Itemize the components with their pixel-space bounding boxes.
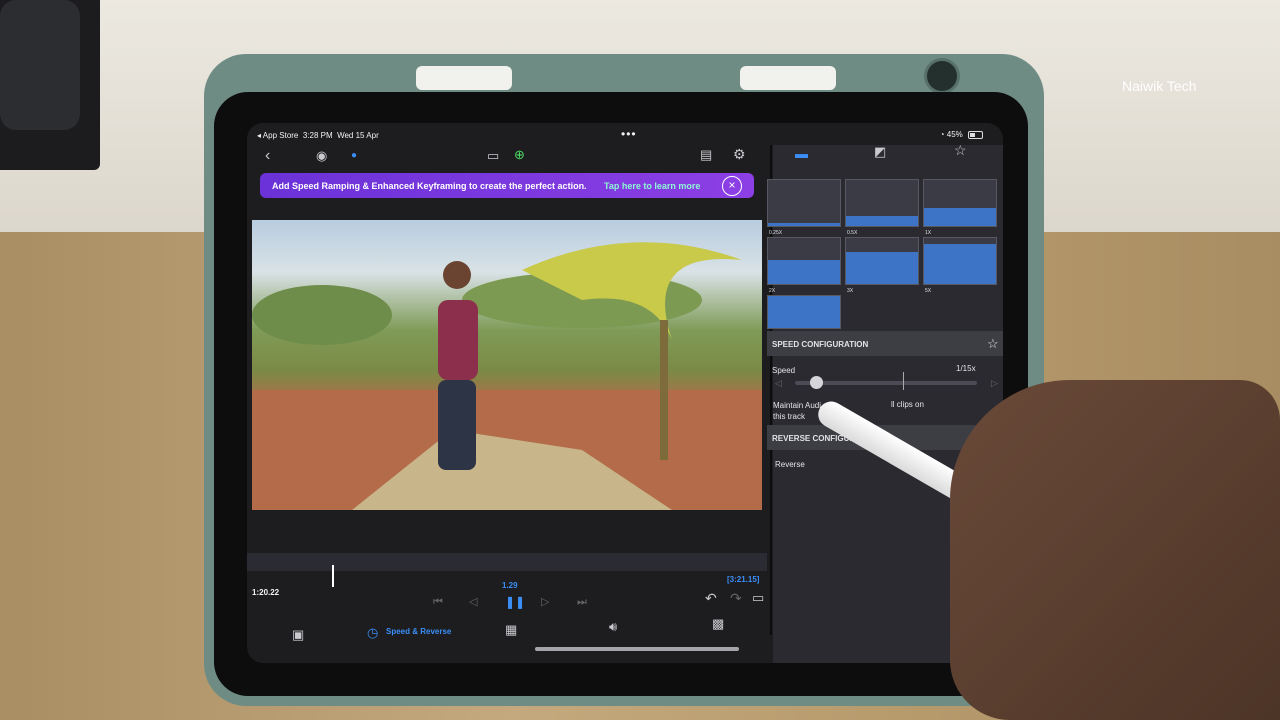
skip-start-icon[interactable]: ⏮ [433,595,443,609]
add-icon[interactable]: ⊕ [514,148,525,162]
fullscreen-icon[interactable]: ▭ [752,591,764,605]
preset-tile[interactable]: 2X [767,237,841,294]
speed-reverse-tab[interactable]: Speed & Reverse [386,627,451,636]
preset-tile[interactable] [767,295,841,329]
decrease-speed-icon[interactable]: ◁ [775,376,782,390]
slider-midpoint [903,372,904,390]
status-date: Wed 15 Apr [337,131,379,140]
speed-presets: 0.25X 0.5X 1X 2X 3X 5X [767,175,1003,331]
battery-percent: 45% [946,130,963,139]
effects-icon[interactable]: ▩ [712,617,724,631]
playback-speed: 1.29 [502,581,518,590]
video-preview[interactable] [252,220,762,510]
volume-icon[interactable]: 🔊︎ [609,620,617,634]
banner-message: Add Speed Ramping & Enhanced Keyframing … [272,181,587,191]
hand [950,380,1280,720]
multitask-dots-icon[interactable]: ••• [621,127,637,141]
wifi-icon: ◔ [939,130,945,139]
watermark: Naiwik Tech [1122,78,1197,94]
undo-icon[interactable]: ↶ [705,591,717,605]
case-notch [416,66,512,90]
banner-link[interactable]: Tap here to learn more [604,181,700,191]
chevron-left-icon[interactable]: ‹ [265,148,270,164]
preset-tile[interactable]: 0.5X [845,179,919,236]
aspect-icon[interactable]: ▭ [487,149,499,163]
promo-banner[interactable]: Add Speed Ramping & Enhanced Keyframing … [260,173,754,198]
favorite-star-icon[interactable]: ☆ [987,336,999,352]
preset-tile[interactable]: 1X [923,179,997,236]
dot-icon: ● [351,150,358,161]
eye-icon[interactable]: ◉ [316,149,327,163]
pause-icon[interactable]: ❚❚ [505,595,525,609]
speed-slider-knob[interactable] [810,376,823,389]
skip-end-icon[interactable]: ⏭ [577,595,587,609]
frame-back-icon[interactable]: ◁ [469,595,477,609]
timeline-track[interactable] [247,553,767,571]
clipboard-icon[interactable]: ▤ [700,148,712,162]
video-frame-illustration [252,242,762,510]
duration: [3:21.15] [727,575,760,584]
redo-icon[interactable]: ↷ [730,591,742,605]
media-icon[interactable]: ▣ [292,628,304,642]
maintain-audio-label: Maintain Audi [773,401,822,410]
preset-tile[interactable]: 5X [923,237,997,294]
preset-tile[interactable]: 3X [845,237,919,294]
status-time: 3:28 PM [302,131,333,140]
speed-config-title: SPEED CONFIGURATION [772,340,869,349]
status-left: ◂ App Store 3:28 PM Wed 15 Apr [257,131,379,140]
playhead[interactable] [332,565,334,587]
preset-tile[interactable]: 0.25X [767,179,841,236]
home-indicator [535,647,739,651]
current-time: 1:20.22 [252,588,280,597]
case-notch [740,66,836,90]
case-camera [924,58,960,94]
status-bar: ◂ App Store 3:28 PM Wed 15 Apr ••• ◔ 45% [247,123,1003,145]
gear-icon[interactable]: ⚙ [733,147,746,161]
maintain-audio-label-right: ll clips on [891,400,924,409]
star-icon[interactable]: ☆ [954,143,967,157]
speed-label: Speed [772,366,796,375]
speedometer-icon[interactable]: ◷ [367,626,378,640]
status-right: ◔ 45% [940,130,983,139]
frame-forward-icon[interactable]: ▷ [541,595,549,609]
battery-icon [968,130,983,139]
reverse-label: Reverse [775,460,805,469]
increase-speed-icon[interactable]: ▷ [991,376,998,390]
trim-icon[interactable]: ▦ [505,623,517,637]
app-screen: ◂ App Store 3:28 PM Wed 15 Apr ••• ◔ 45%… [247,123,1003,663]
maintain-audio-line2: this track [773,412,806,421]
back-to-app[interactable]: ◂ App Store [257,131,298,140]
speed-value: 1/15x [956,364,976,373]
close-icon[interactable]: × [722,176,742,196]
layout-icon[interactable]: ▬ [795,147,808,161]
speed-config-header: SPEED CONFIGURATION ☆ [767,331,1003,356]
crop-icon[interactable]: ◩ [874,145,886,159]
monitor-edge [0,0,100,170]
